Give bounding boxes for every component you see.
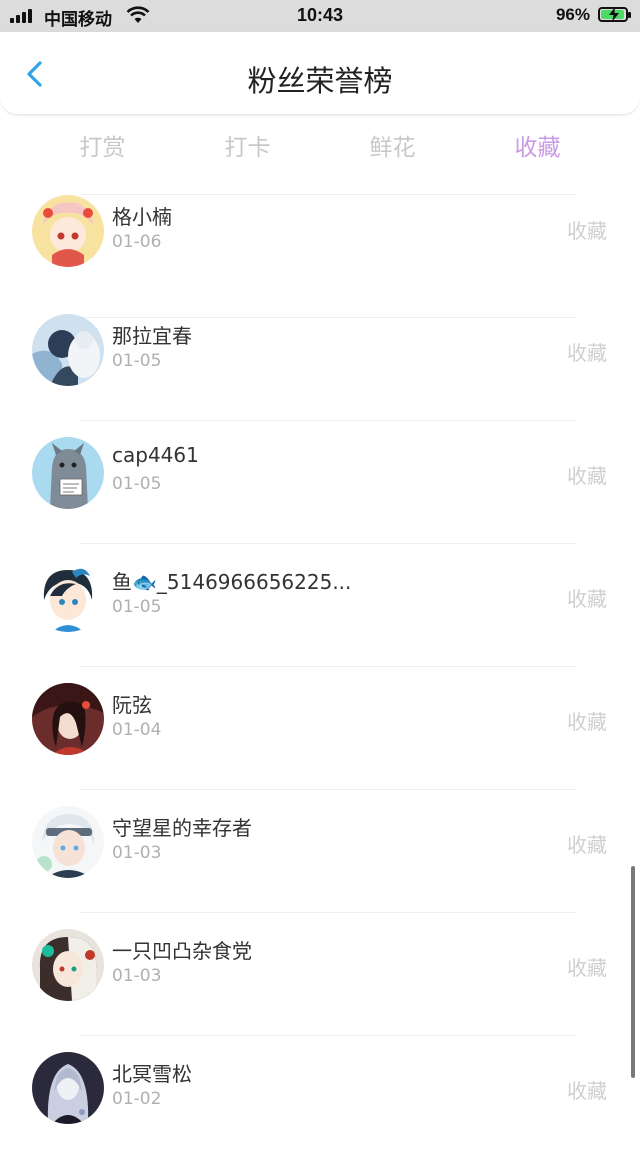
list-item[interactable]: 那拉宜春 01-05 收藏: [0, 298, 640, 421]
scrollbar[interactable]: [631, 866, 635, 1078]
avatar: [32, 314, 104, 386]
avatar: [32, 560, 104, 632]
fan-date: 01-05: [112, 474, 162, 494]
fan-name: 北冥雪松: [112, 1062, 192, 1086]
fan-date: 01-03: [112, 966, 162, 986]
fan-date: 01-05: [112, 351, 162, 371]
list-item[interactable]: 北冥雪松 01-02 收藏: [0, 1036, 640, 1159]
list-item[interactable]: 鱼🐟_5146966656225... 01-05 收藏: [0, 544, 640, 667]
list-item[interactable]: 一只凹凸杂食党 01-03 收藏: [0, 913, 640, 1036]
status-bar: 中国移动 10:43 96%: [0, 0, 640, 32]
fan-date: 01-02: [112, 1089, 162, 1109]
fan-date: 01-06: [112, 232, 162, 252]
list-item[interactable]: 阮弦 01-04 收藏: [0, 667, 640, 790]
favorite-label: 收藏: [567, 833, 607, 857]
tab-favorites[interactable]: 收藏: [465, 128, 610, 162]
fan-name: 鱼🐟_5146966656225...: [112, 570, 352, 594]
fan-name: 阮弦: [112, 693, 152, 717]
tab-flowers[interactable]: 鲜花: [320, 128, 465, 162]
avatar: [32, 683, 104, 755]
avatar: [32, 929, 104, 1001]
favorite-label: 收藏: [567, 464, 607, 488]
list-item[interactable]: cap4461 01-05 收藏: [0, 421, 640, 544]
fan-date: 01-05: [112, 597, 162, 617]
tab-reward[interactable]: 打赏: [30, 128, 175, 162]
list-item[interactable]: 守望星的幸存者 01-03 收藏: [0, 790, 640, 913]
avatar: [32, 1052, 104, 1124]
fan-name: 一只凹凸杂食党: [112, 939, 252, 963]
fan-date: 01-04: [112, 720, 162, 740]
page-title: 粉丝荣誉榜: [247, 64, 393, 98]
tab-checkin[interactable]: 打卡: [175, 128, 320, 162]
tab-bar: 打赏 打卡 鲜花 收藏: [30, 128, 610, 164]
fan-name: 格小楠: [112, 205, 172, 229]
favorite-label: 收藏: [567, 587, 607, 611]
favorite-label: 收藏: [567, 219, 607, 243]
battery-percent: 96%: [555, 5, 590, 24]
clock: 10:43: [296, 5, 344, 25]
favorite-label: 收藏: [567, 1079, 607, 1103]
avatar: [32, 806, 104, 878]
fan-name: cap4461: [112, 443, 199, 467]
nav-header: 粉丝荣誉榜: [0, 32, 640, 115]
favorite-label: 收藏: [567, 956, 607, 980]
battery-charging-icon: [598, 7, 631, 22]
fan-date: 01-03: [112, 843, 162, 863]
avatar: [32, 437, 104, 509]
favorite-label: 收藏: [567, 341, 607, 365]
avatar: [32, 195, 104, 267]
favorite-label: 收藏: [567, 710, 607, 734]
fan-name: 那拉宜春: [112, 324, 192, 348]
fan-name: 守望星的幸存者: [112, 816, 252, 840]
